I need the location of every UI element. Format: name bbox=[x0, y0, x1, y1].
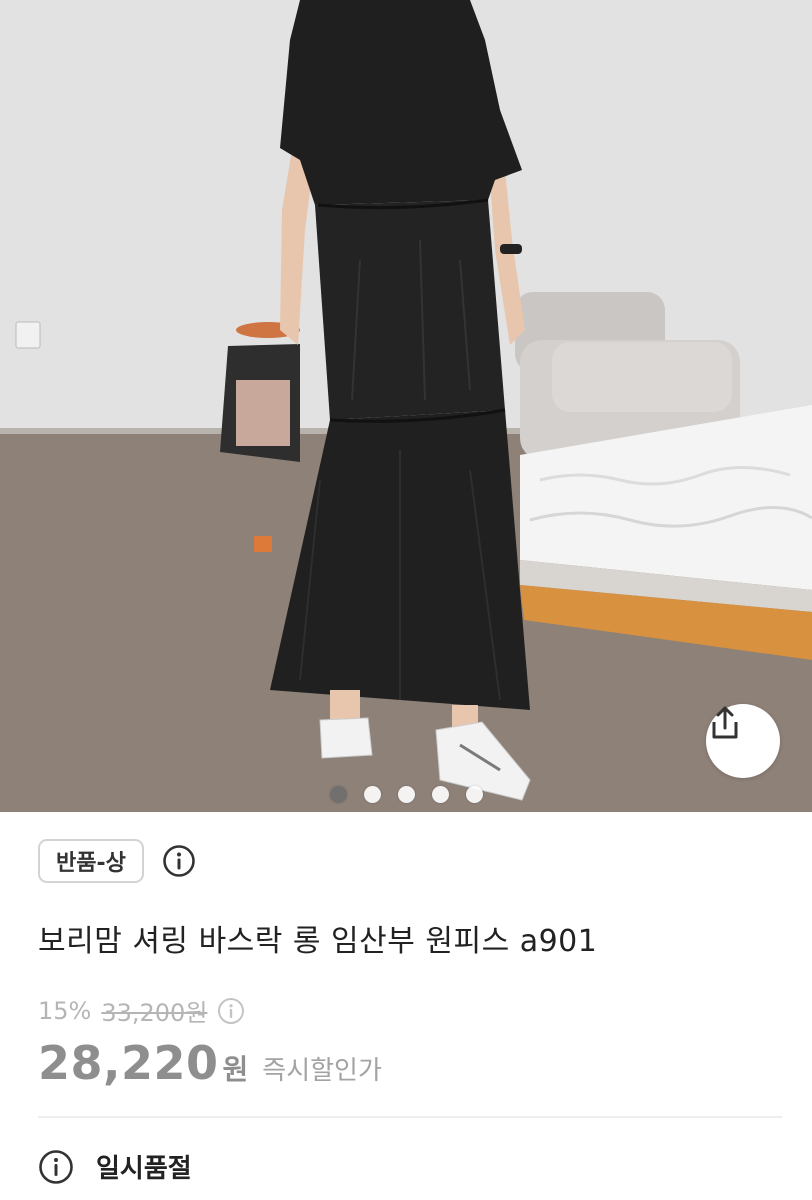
badge-row: 반품-상 bbox=[38, 838, 196, 884]
share-button[interactable] bbox=[706, 704, 780, 778]
product-photo-illustration bbox=[0, 0, 812, 812]
carousel-dot[interactable] bbox=[363, 786, 381, 803]
product-title: 보리맘 셔링 바스락 롱 임산부 원피스 a901 bbox=[38, 924, 598, 959]
carousel-dot[interactable] bbox=[465, 786, 483, 803]
carousel-indicator bbox=[0, 786, 812, 804]
info-icon bbox=[38, 1149, 74, 1185]
price-info-icon[interactable] bbox=[217, 997, 245, 1025]
discount-rate: 15% bbox=[38, 996, 92, 1025]
sale-price: 28,220 bbox=[38, 1036, 219, 1090]
carousel-dot[interactable] bbox=[329, 786, 347, 803]
price-note: 즉시할인가 bbox=[262, 1056, 382, 1086]
original-price-row: 15% 33,200원 bbox=[38, 993, 245, 1028]
return-grade-badge: 반품-상 bbox=[38, 839, 144, 883]
share-icon bbox=[712, 706, 738, 739]
sale-price-row: 28,220 원 즉시할인가 bbox=[38, 1036, 382, 1090]
divider bbox=[38, 1116, 782, 1118]
original-price: 33,200원 bbox=[101, 999, 208, 1027]
info-icon[interactable] bbox=[162, 844, 196, 878]
carousel-dot[interactable] bbox=[431, 786, 449, 803]
stock-status: 일시품절 bbox=[38, 1148, 192, 1185]
carousel-dot[interactable] bbox=[397, 786, 415, 803]
currency-label: 원 bbox=[222, 1053, 249, 1086]
sold-out-label: 일시품절 bbox=[96, 1154, 192, 1184]
product-image[interactable] bbox=[0, 0, 812, 812]
